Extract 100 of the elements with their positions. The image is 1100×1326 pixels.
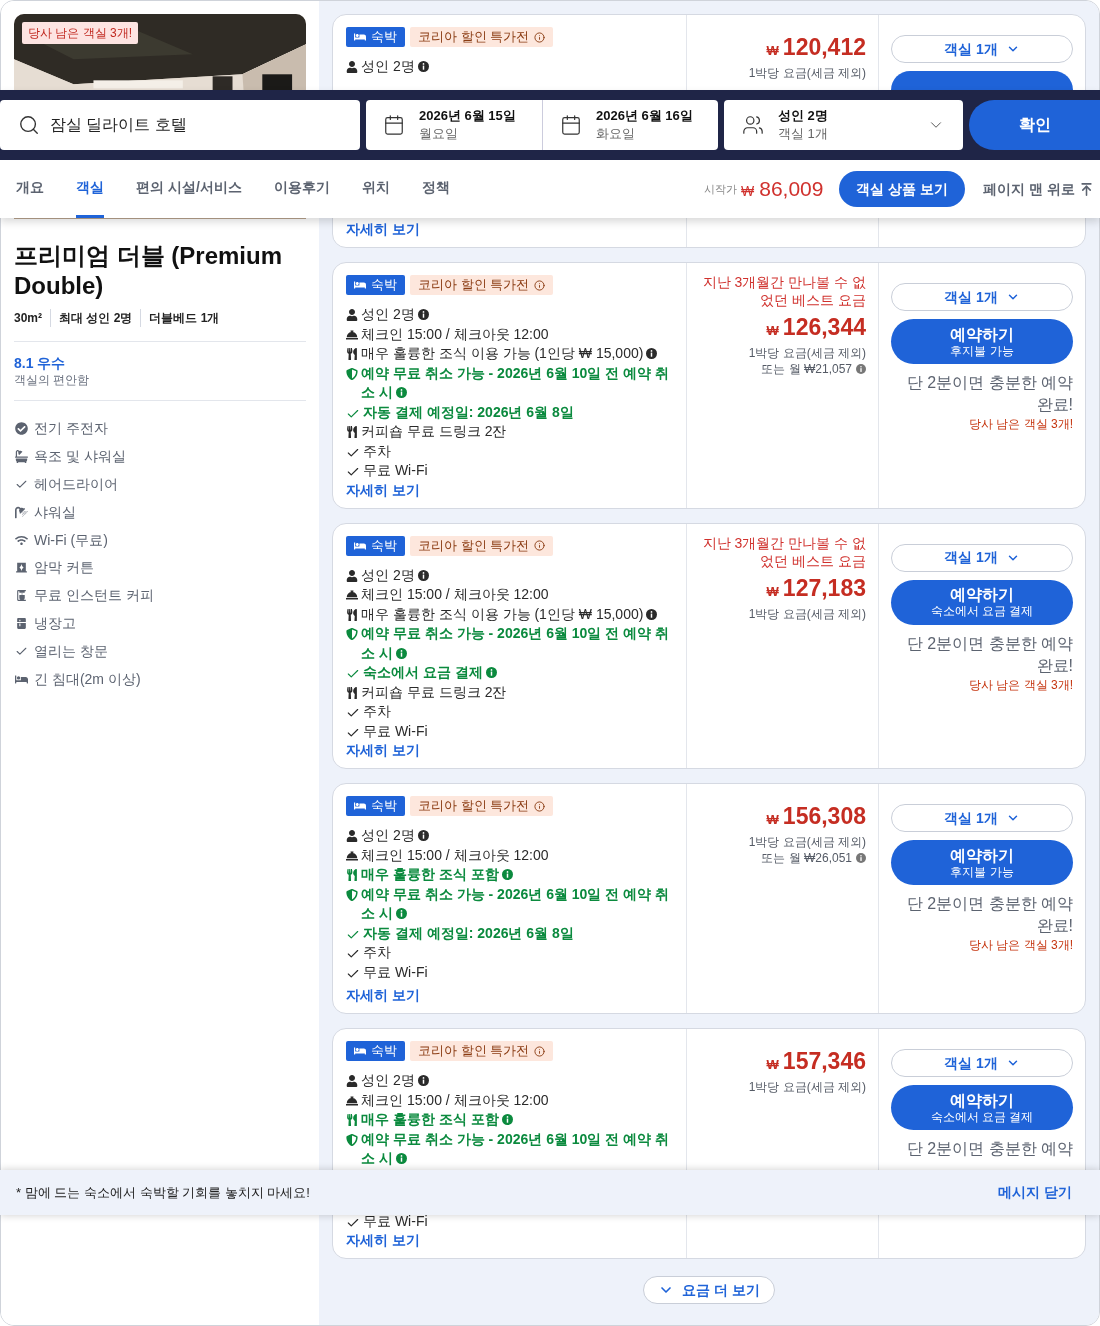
check-icon — [346, 465, 360, 479]
offer-feature: 예약 무료 취소 가능 - 2026년 6월 10일 전 예약 취소 시 — [361, 624, 671, 663]
check-icon — [346, 706, 360, 720]
offer-feature: 성인 2명 — [361, 57, 429, 77]
nav-tab[interactable]: 객실 — [76, 160, 104, 218]
book-button[interactable]: 예약하기 숙소에서 요금 결제 — [891, 1085, 1073, 1130]
date-field[interactable]: 2026년 6월 15일 월요일 — [366, 100, 542, 150]
amenity-item: 열리는 창문 — [34, 641, 108, 661]
guests-field[interactable]: 성인 2명 객실 1개 — [724, 100, 963, 150]
details-link[interactable]: 자세히 보기 — [346, 986, 676, 1005]
details-link[interactable]: 자세히 보기 — [346, 220, 676, 239]
person-icon — [346, 1075, 358, 1087]
info-icon — [534, 31, 546, 43]
offer-feature: 커피숍 무료 드링크 2잔 — [361, 422, 507, 441]
bed-icon — [354, 539, 366, 552]
booking-pitch: 단 2분이면 충분한 예약 — [905, 1139, 1073, 1159]
nav-tab[interactable]: 개요 — [16, 160, 44, 218]
room-count-select[interactable]: 객실 1개 — [891, 283, 1073, 311]
offer-feature: 자동 결제 예정일: 2026년 6월 8일 — [363, 402, 574, 422]
destination-field[interactable]: 잠실 딜라이트 호텔 — [0, 100, 360, 150]
stay-badge: 숙박 — [346, 796, 405, 816]
offer-feature: 주차 — [363, 702, 391, 721]
amenity-item: Wi-Fi (무료) — [34, 530, 108, 550]
details-link[interactable]: 자세히 보기 — [346, 741, 676, 760]
price: ₩ 156,308 — [766, 802, 866, 831]
wifi-icon — [14, 533, 28, 547]
shield-icon — [346, 367, 358, 380]
confirm-button[interactable]: 확인 — [969, 100, 1100, 150]
offer-feature: 예약 무료 취소 가능 - 2026년 6월 10일 전 예약 취소 시 — [361, 884, 671, 923]
offer-feature: 무료 Wi-Fi — [363, 1211, 428, 1231]
offer-feature: 성인 2명 — [361, 1071, 429, 1091]
people-icon — [742, 114, 764, 136]
promo-badge: 코리아 할인 특가전 — [410, 535, 554, 556]
banner-message: * 맘에 드는 숙소에서 숙박할 기회를 놓치지 마세요! — [16, 1183, 310, 1202]
info-icon — [646, 348, 658, 359]
room-count-select[interactable]: 객실 1개 — [891, 543, 1073, 572]
rating-label: 객실의 편안함 — [14, 372, 91, 388]
person-icon — [346, 830, 358, 842]
nav-tab[interactable]: 이용후기 — [273, 160, 330, 218]
fork-knife-icon — [346, 348, 358, 360]
calendar-icon — [383, 114, 405, 136]
promo-badge: 코리아 할인 특가전 — [410, 275, 554, 295]
info-icon — [534, 279, 546, 291]
book-button[interactable]: 예약하기 후지불 가능 — [891, 840, 1073, 885]
details-link[interactable]: 자세히 보기 — [346, 1231, 676, 1250]
room-count-select[interactable]: 객실 1개 — [891, 1049, 1073, 1077]
price: ₩ 127,183 — [766, 573, 866, 603]
search-icon — [18, 114, 40, 136]
stay-badge: 숙박 — [346, 27, 405, 47]
nav-tab[interactable]: 편의 시설/서비스 — [136, 160, 242, 218]
stay-badge: 숙박 — [346, 535, 405, 556]
date-field[interactable]: 2026년 6월 16일 화요일 — [542, 100, 718, 150]
info-icon — [646, 608, 658, 620]
info-icon — [534, 540, 546, 551]
offer-feature: 매우 훌륭한 조식 이용 가능 (1인당 ₩ 15,000) — [361, 604, 658, 624]
amenity-item: 냉장고 — [34, 613, 76, 633]
booking-pitch: 단 2분이면 충분한 예약 완료! — [905, 633, 1073, 676]
room-spec: 30m² — [14, 310, 43, 327]
info-icon — [417, 309, 429, 320]
best-rate-notice: 지난 3개월간 만나볼 수 없었던 베스트 요금 — [701, 273, 866, 309]
bell-icon — [346, 328, 358, 341]
offer-feature: 숙소에서 요금 결제 — [363, 663, 497, 683]
check-icon — [346, 667, 360, 681]
room-title: 프리미엄 더블 (Premium Double) — [14, 241, 284, 301]
amenity-item: 전기 주전자 — [34, 419, 108, 439]
room-count-select[interactable]: 객실 1개 — [891, 804, 1073, 832]
info-icon — [534, 800, 546, 812]
fork-knife-icon — [346, 686, 358, 699]
book-button[interactable] — [891, 71, 1073, 90]
back-to-top-link[interactable]: 페이지 맨 위로 — [983, 178, 1094, 200]
info-icon — [485, 667, 497, 678]
price-note: 1박당 요금(세금 제외) — [748, 605, 866, 622]
book-button[interactable]: 예약하기 숙소에서 요금 결제 — [891, 579, 1073, 625]
price-note: 1박당 요금(세금 제외) — [748, 345, 866, 361]
offer-feature: 무료 Wi-Fi — [363, 461, 428, 480]
more-rates-button[interactable]: 요금 더 보기 — [643, 1276, 775, 1304]
close-message-link[interactable]: 메시지 닫기 — [998, 1182, 1072, 1203]
scarcity-badge: 당사 남은 객실 3개! — [22, 22, 138, 44]
offer-feature: 매우 훌륭한 조식 이용 가능 (1인당 ₩ 15,000) — [361, 344, 658, 364]
details-link[interactable]: 자세히 보기 — [346, 480, 676, 500]
monthly-price: 또는 월 ₩26,051 — [761, 850, 852, 866]
nav-tab[interactable]: 위치 — [361, 160, 390, 218]
room-count-select[interactable]: 객실 1개 — [891, 35, 1073, 63]
offer-feature: 무료 Wi-Fi — [363, 721, 428, 741]
book-button[interactable]: 예약하기 후지불 가능 — [891, 319, 1073, 364]
bed-icon — [354, 279, 366, 291]
amenity-item: 암막 커튼 — [34, 558, 94, 578]
offer-feature: 성인 2명 — [361, 305, 429, 325]
price-note: 1박당 요금(세금 제외) — [748, 65, 866, 81]
view-rooms-button[interactable]: 객실 상품 보기 — [839, 171, 966, 207]
offer-feature: 무료 Wi-Fi — [363, 962, 428, 982]
price-note: 1박당 요금(세금 제외) — [748, 1079, 866, 1095]
price: ₩ 120,412 — [766, 33, 866, 62]
shield-icon — [346, 888, 358, 901]
scarcity-note: 당사 남은 객실 3개! — [968, 416, 1073, 432]
info-icon — [501, 1114, 513, 1125]
nav-tab[interactable]: 정책 — [421, 160, 450, 218]
offer-feature: 체크인 15:00 / 체크아웃 12:00 — [361, 1090, 549, 1110]
promo-badge: 코리아 할인 특가전 — [410, 796, 554, 816]
bathtub-icon — [14, 450, 28, 464]
